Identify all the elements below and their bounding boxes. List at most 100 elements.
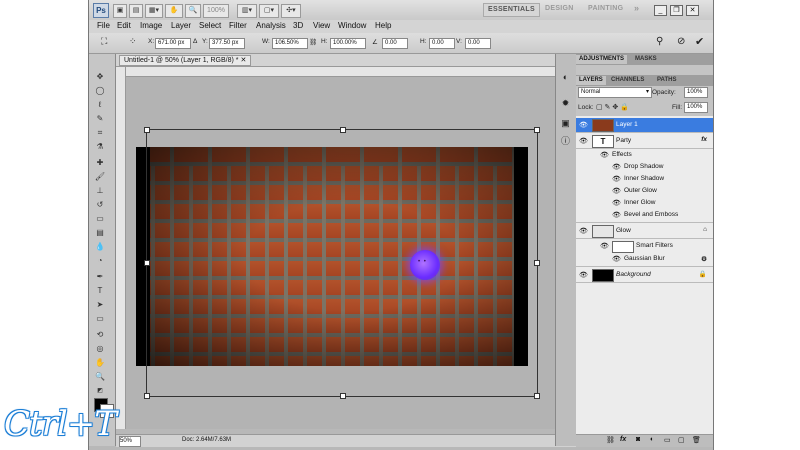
filter-options-icon[interactable]: ⚙ [701,255,707,263]
hand-tool-icon[interactable]: ✋ [94,358,106,368]
delete-layer-icon[interactable]: 🗑 [692,436,701,444]
healing-brush-tool-icon[interactable]: ✚ [94,158,106,168]
tab-paths[interactable]: PATHS [654,76,679,85]
free-transform-bounding-box[interactable] [144,127,540,399]
close-icon[interactable]: ✕ [686,5,699,16]
eraser-tool-icon[interactable]: ▭ [94,214,106,224]
workspace-painting[interactable]: PAINTING [588,5,623,12]
transform-handle-bottom-left[interactable] [144,393,150,399]
eye-icon[interactable]: 👁 [600,151,609,159]
transform-handle-top-right[interactable] [534,127,540,133]
lasso-tool-icon[interactable]: ℓ [94,100,106,110]
effect-inner-glow[interactable]: 👁 Inner Glow [576,198,713,209]
smart-filters-row[interactable]: 👁 Smart Filters [576,240,713,253]
eye-icon[interactable]: 👁 [612,211,621,219]
tab-layers[interactable]: LAYERS [576,76,606,85]
transform-handle-bottom[interactable] [340,393,346,399]
shape-tool-icon[interactable]: ▭ [94,314,106,324]
bridge-button[interactable]: ▣ [113,4,127,18]
document-tab[interactable]: Untitled-1 @ 50% (Layer 1, RGB/8) * ✕ [119,55,252,66]
brush-tool-icon[interactable]: 🖌 [94,172,106,182]
move-tool-icon[interactable]: ✥ [94,72,106,82]
zoom-tool-icon[interactable]: 🔍 [94,372,106,382]
menu-file[interactable]: File [97,21,110,30]
fill-field[interactable]: 100% [684,102,708,113]
new-group-icon[interactable]: ▭ [664,436,671,444]
status-zoom-field[interactable]: 50% [119,436,141,447]
tab-adjustments[interactable]: ADJUSTMENTS [576,55,628,64]
new-layer-icon[interactable]: ▢ [678,436,685,444]
menu-3d[interactable]: 3D [293,21,303,30]
clone-stamp-tool-icon[interactable]: ⊥ [94,186,106,196]
workspace-design[interactable]: DESIGN [545,5,574,12]
mini-bridge-button[interactable]: ▤ [129,4,143,18]
eye-icon[interactable]: 👁 [612,163,621,171]
workspace-essentials[interactable]: ESSENTIALS [483,3,540,17]
menu-view[interactable]: View [313,21,330,30]
menu-select[interactable]: Select [199,21,221,30]
tab-masks[interactable]: MASKS [632,55,660,64]
menu-analysis[interactable]: Analysis [256,21,286,30]
menu-help[interactable]: Help [375,21,391,30]
warp-icon[interactable]: ⚲ [656,36,663,47]
eyedropper-tool-icon[interactable]: ⚗ [94,142,106,152]
gradient-tool-icon[interactable]: ▤ [94,228,106,238]
effect-outer-glow[interactable]: 👁 Outer Glow [576,186,713,197]
eye-icon[interactable]: 👁 [579,271,588,279]
blur-tool-icon[interactable]: 💧 [94,242,106,252]
link-icon[interactable]: ⛓ [309,38,317,46]
layer-row-layer-1[interactable]: 👁 Layer 1 [576,118,713,133]
tab-channels[interactable]: CHANNELS [608,76,647,85]
hand-tool-button[interactable]: ✋ [165,4,183,18]
restore-icon[interactable]: ❐ [670,5,683,16]
menu-image[interactable]: Image [140,21,162,30]
h-skew-field[interactable]: 0.00 [429,38,455,49]
extras-button[interactable]: ✣▾ [281,4,301,18]
menu-edit[interactable]: Edit [117,21,131,30]
lock-icons[interactable]: ▢ ✎ ✥ 🔒 [596,103,629,111]
eye-icon[interactable]: 👁 [612,187,621,195]
menu-window[interactable]: Window [338,21,366,30]
fx-icon[interactable]: fx [701,136,707,143]
eye-icon[interactable]: 👁 [612,199,621,207]
menu-layer[interactable]: Layer [171,21,191,30]
angle-field[interactable]: 0.00 [382,38,408,49]
eye-icon[interactable]: 👁 [600,242,609,250]
height-field[interactable]: 100.00% [330,38,366,49]
history-brush-tool-icon[interactable]: ↺ [94,200,106,210]
adjustments-panel-icon[interactable]: ◐ [560,72,571,82]
screen-mode-button[interactable]: ▢▾ [259,4,279,18]
guides-button[interactable]: ▦▾ [145,4,163,18]
layer-row-party[interactable]: 👁 T Party fx [576,134,713,149]
zoom-tool-button[interactable]: 🔍 [185,4,201,18]
workspace-more[interactable]: » [634,3,639,13]
transform-handle-top-left[interactable] [144,127,150,133]
opacity-field[interactable]: 100% [684,87,708,98]
width-field[interactable]: 106.50% [272,38,308,49]
cancel-transform-icon[interactable]: ⊘ [677,36,685,47]
quick-select-tool-icon[interactable]: ✎ [94,114,106,124]
transform-handle-left[interactable] [144,260,150,266]
menu-filter[interactable]: Filter [229,21,247,30]
blend-mode-select[interactable]: Normal ▾ [578,87,652,98]
eye-icon[interactable]: 👁 [612,175,621,183]
eye-icon[interactable]: 👁 [579,227,588,235]
transform-handle-right[interactable] [534,260,540,266]
v-skew-field[interactable]: 0.00 [465,38,491,49]
eye-icon[interactable]: 👁 [612,255,621,263]
link-layers-icon[interactable]: ⛓ [606,436,615,444]
type-tool-icon[interactable]: T [94,286,106,296]
effect-inner-shadow[interactable]: 👁 Inner Shadow [576,174,713,185]
3d-orbit-tool-icon[interactable]: ◎ [94,344,106,354]
transform-handle-top[interactable] [340,127,346,133]
y-position-field[interactable]: 377.50 px [209,38,245,49]
3d-rotate-tool-icon[interactable]: ⟲ [94,330,106,340]
dodge-tool-icon[interactable]: ◔ [94,256,106,266]
canvas-area[interactable]: • • [126,77,626,429]
add-mask-icon[interactable]: ◙ [636,436,640,443]
styles-panel-icon[interactable]: ✹ [560,98,571,108]
x-position-field[interactable]: 671.00 px [155,38,191,49]
eye-icon[interactable]: 👁 [579,137,588,145]
effects-row[interactable]: 👁 Effects [576,150,713,161]
commit-transform-icon[interactable]: ✔ [695,35,704,48]
